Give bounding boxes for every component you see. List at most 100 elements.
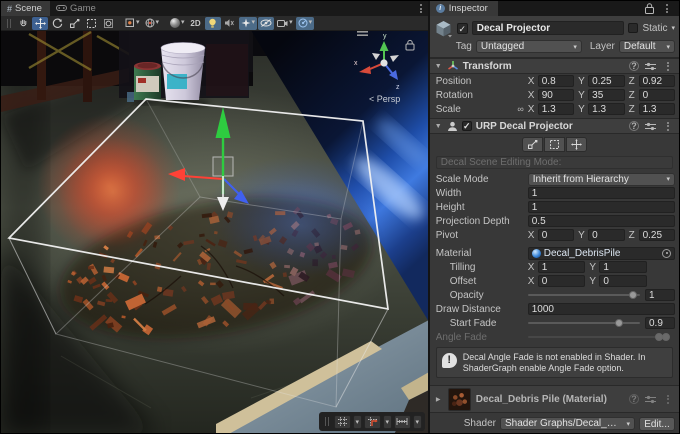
2d-toggle-button[interactable]: 2D — [188, 17, 204, 30]
offset-y-field[interactable]: 0 — [599, 275, 647, 287]
persp-label[interactable]: < Persp — [369, 94, 400, 104]
layer-dropdown[interactable]: Default▾ — [619, 40, 675, 53]
component-menu-icon[interactable] — [667, 62, 670, 71]
pivot-y-field[interactable]: 0 — [588, 229, 624, 241]
transform-tool-button[interactable] — [100, 17, 116, 30]
tool-handle-pivot-dropdown[interactable]: ▾ — [123, 17, 142, 30]
scale-x-field[interactable]: 1.3 — [538, 103, 574, 115]
edit-crop-button[interactable] — [544, 137, 565, 152]
increment-snap-dropdown[interactable]: ▾ — [413, 415, 422, 429]
tool-handle-rotation-dropdown[interactable]: ▾ — [143, 17, 162, 30]
component-menu-icon[interactable] — [667, 395, 670, 404]
tab-scene[interactable]: # Scene — [1, 1, 50, 16]
height-field[interactable]: 1 — [528, 201, 675, 213]
pivot-z-field[interactable]: 0.25 — [639, 229, 675, 241]
lock-icon[interactable] — [645, 3, 654, 14]
lighting-toggle-button[interactable] — [205, 17, 221, 30]
draw-distance-field[interactable]: 1000 — [528, 303, 675, 315]
camera-settings-dropdown[interactable]: ▾ — [275, 17, 295, 30]
transform-header[interactable]: ▼ Transform ? — [430, 58, 679, 74]
projection-depth-field[interactable]: 0.5 — [528, 215, 675, 227]
move-snap-dropdown[interactable]: ▾ — [383, 415, 392, 429]
rect-tool-button[interactable] — [83, 17, 99, 30]
material-title: Decal_Debris Pile (Material) — [476, 394, 607, 405]
help-icon[interactable]: ? — [629, 61, 639, 71]
presets-icon[interactable] — [645, 122, 656, 131]
object-picker-icon[interactable] — [662, 249, 671, 258]
rotation-z-field[interactable]: 0 — [639, 89, 675, 101]
edit-scale-button[interactable] — [522, 137, 543, 152]
transform-title: Transform — [463, 61, 512, 72]
position-y-field[interactable]: 0.25 — [588, 75, 624, 87]
help-icon[interactable]: ? — [629, 394, 639, 404]
position-x-field[interactable]: 0.8 — [538, 75, 574, 87]
foldout-icon[interactable]: ▶ — [434, 396, 443, 403]
scale-link-icon[interactable]: ∞ — [517, 104, 523, 114]
tab-inspector[interactable]: i Inspector — [430, 1, 498, 16]
edit-pivot-button[interactable] — [566, 137, 587, 152]
scene-panel-menu-icon[interactable] — [420, 4, 423, 13]
foldout-icon[interactable]: ▼ — [434, 63, 443, 70]
component-menu-icon[interactable] — [667, 122, 670, 131]
grid-snapping-button[interactable] — [334, 415, 351, 429]
tag-dropdown[interactable]: Untagged▾ — [476, 40, 582, 53]
opacity-slider[interactable] — [528, 289, 640, 301]
component-enabled-checkbox[interactable]: ✓ — [462, 121, 472, 131]
width-field[interactable]: 1 — [528, 187, 675, 199]
static-checkbox[interactable] — [628, 23, 638, 33]
increment-snap-button[interactable] — [394, 415, 411, 429]
start-fade-field[interactable]: 0.9 — [645, 317, 675, 329]
gizmos-dropdown-button[interactable]: ▾ — [296, 17, 315, 30]
tilling-x-field[interactable]: 1 — [538, 261, 586, 273]
rotation-y-field[interactable]: 35 — [588, 89, 624, 101]
inspector-menu-icon[interactable] — [666, 4, 669, 13]
start-fade-slider[interactable] — [528, 317, 640, 329]
foldout-icon[interactable]: ▼ — [434, 123, 443, 130]
gameobject-name-field[interactable]: Decal Projector — [472, 21, 625, 35]
rotation-x-field[interactable]: 90 — [538, 89, 574, 101]
gameobject-cube-icon[interactable] — [434, 19, 453, 38]
scene-viewport[interactable]: ▾ ▾ ▾ 2D — [1, 16, 428, 434]
material-object-field[interactable]: Decal_DebrisPile — [528, 247, 675, 260]
gameobject-active-checkbox[interactable]: ✓ — [457, 23, 468, 34]
shader-dropdown[interactable]: Shader Graphs/Decal_HeightMask▾ — [500, 417, 635, 430]
decal-projector-header[interactable]: ▼ ✓ URP Decal Projector ? — [430, 118, 679, 134]
position-z-field[interactable]: 0.92 — [639, 75, 675, 87]
toolbar-grip[interactable] — [7, 19, 11, 28]
draw-mode-dropdown[interactable]: ▾ — [168, 17, 187, 30]
grid-snapping-dropdown[interactable]: ▾ — [353, 415, 362, 429]
presets-icon[interactable] — [645, 395, 656, 404]
pivot-x-field[interactable]: 0 — [538, 229, 574, 241]
scene-visibility-toggle[interactable] — [258, 17, 274, 30]
move-snap-button[interactable] — [364, 415, 381, 429]
scale-z-field[interactable]: 1.3 — [639, 103, 675, 115]
rotate-tool-button[interactable] — [49, 17, 65, 30]
snap-toolbar-grip[interactable] — [325, 417, 329, 426]
gameobject-header: ✓ Decal Projector Static ▾ Tag Untagged▾… — [430, 16, 679, 58]
scale-row: Scale∞ X1.3 Y1.3 Z1.3 — [436, 103, 675, 115]
offset-x-field[interactable]: 0 — [538, 275, 586, 287]
audio-toggle-button[interactable] — [222, 17, 238, 30]
material-thumbnail[interactable] — [448, 388, 471, 411]
static-dropdown-arrow[interactable]: ▾ — [671, 24, 675, 32]
scale-y-field[interactable]: 1.3 — [588, 103, 624, 115]
move-tool-button[interactable] — [32, 17, 48, 30]
decal-edit-mode-buttons — [430, 137, 679, 152]
hand-tool-button[interactable] — [15, 17, 31, 30]
scale-mode-dropdown[interactable]: Inherit from Hierarchy▾ — [528, 173, 675, 186]
tag-label: Tag — [456, 41, 472, 52]
angle-fade-slider — [528, 331, 666, 343]
decal-editing-mode-box: Decal Scene Editing Mode: — [436, 156, 673, 169]
scale-tool-button[interactable] — [66, 17, 82, 30]
transform-icon — [447, 60, 459, 72]
tilling-y-field[interactable]: 1 — [599, 261, 647, 273]
presets-icon[interactable] — [645, 62, 656, 71]
axis-label-x: x — [354, 60, 358, 67]
opacity-field[interactable]: 1 — [645, 289, 675, 301]
help-icon[interactable]: ? — [629, 121, 639, 131]
tab-game[interactable]: Game — [50, 1, 104, 16]
scene-3d-view[interactable]: y x z < Persp — [1, 16, 428, 434]
shader-edit-button[interactable]: Edit... — [639, 417, 675, 431]
material-inspector-header[interactable]: ▶ Decal_Debris Pile (Material) ? — [430, 385, 679, 413]
effects-dropdown-button[interactable]: ▾ — [239, 17, 258, 30]
